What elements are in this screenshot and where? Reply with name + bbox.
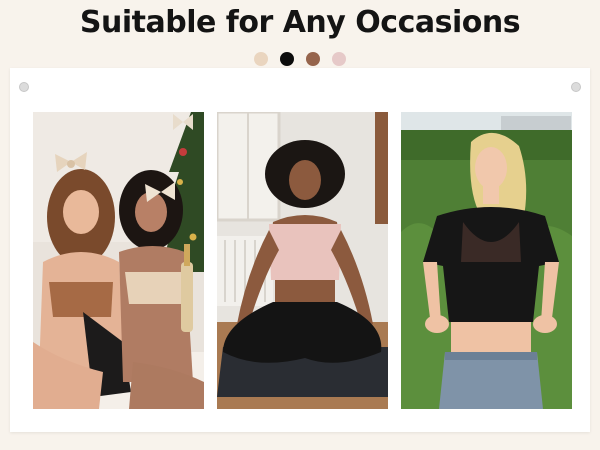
photo-outdoor-mesh-top <box>401 112 572 409</box>
photo-yoga-bralette <box>217 112 388 409</box>
color-swatch-black[interactable] <box>280 52 294 66</box>
color-swatch-blush[interactable] <box>332 52 346 66</box>
color-swatch-mocha[interactable] <box>306 52 320 66</box>
color-swatches <box>0 52 600 66</box>
photo-holiday-bralettes <box>33 112 204 409</box>
color-swatch-nude[interactable] <box>254 52 268 66</box>
page-title: Suitable for Any Occasions <box>79 5 521 40</box>
pin-icon <box>571 82 581 92</box>
pin-icon <box>19 82 29 92</box>
